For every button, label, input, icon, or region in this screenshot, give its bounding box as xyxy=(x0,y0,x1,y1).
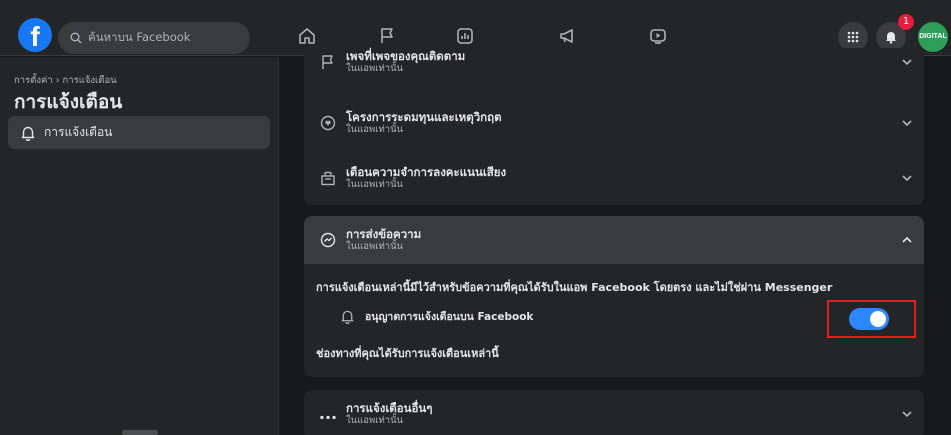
notification-settings-card: เพจที่เพจของคุณติดตาม ในแอพเท่านั้น โครง… xyxy=(304,48,924,205)
ballot-box-icon xyxy=(321,171,335,186)
section-title: เพจที่เพจของคุณติดตาม xyxy=(346,49,466,63)
allow-notifications-row: อนุญาตการแจ้งเตือนบน Facebook xyxy=(340,308,533,325)
section-fundraisers[interactable]: โครงการระดมทุนและเหตุวิกฤต ในแอพเท่านั้น xyxy=(304,99,924,147)
section-subtitle: ในแอพเท่านั้น xyxy=(346,241,404,252)
chevron-up-icon xyxy=(902,236,912,243)
other-notifications-card: ... การแจ้งเตือนอื่นๆ ในแอพเท่านั้น xyxy=(304,390,924,435)
search-input[interactable]: ค้นหาบน Facebook xyxy=(58,22,250,54)
allow-notifications-label: อนุญาตการแจ้งเตือนบน Facebook xyxy=(365,311,534,323)
breadcrumb[interactable]: การตั้งค่า › การแจ้งเตือน xyxy=(14,73,117,88)
section-subtitle: ในแอพเท่านั้น xyxy=(346,63,404,74)
search-placeholder: ค้นหาบน Facebook xyxy=(88,30,191,44)
sidebar-scrollbar[interactable] xyxy=(122,430,158,435)
sidebar-title: การแจ้งเตือน xyxy=(14,91,123,113)
section-vote-reminders[interactable]: เตือนความจำการลงคะแนนเสียง ในแอพเท่านั้น xyxy=(304,154,924,202)
flag-icon xyxy=(322,55,333,69)
section-title: เตือนความจำการลงคะแนนเสียง xyxy=(346,165,507,179)
messenger-icon xyxy=(320,232,336,248)
settings-sidebar: การตั้งค่า › การแจ้งเตือน การแจ้งเตือน ก… xyxy=(0,57,279,435)
heart-hands-icon xyxy=(320,115,336,131)
notification-channels-heading: ช่องทางที่คุณได้รับการแจ้งเตือนเหล่านี้ xyxy=(316,347,499,360)
search-icon xyxy=(70,32,82,44)
section-pages-following[interactable]: เพจที่เพจของคุณติดตาม ในแอพเท่านั้น xyxy=(304,38,924,86)
section-subtitle: ในแอพเท่านั้น xyxy=(346,124,404,135)
facebook-logo-glyph: f xyxy=(30,21,40,52)
sidebar-item-label: การแจ้งเตือน xyxy=(44,125,113,139)
bell-icon xyxy=(341,310,354,324)
facebook-logo[interactable]: f xyxy=(18,18,52,52)
chevron-down-icon xyxy=(902,175,912,182)
section-title: การส่งข้อความ xyxy=(346,227,422,241)
section-messaging[interactable]: การส่งข้อความ ในแอพเท่านั้น xyxy=(304,216,924,264)
more-dots-icon: ... xyxy=(318,404,338,423)
toggle-knob xyxy=(870,311,886,327)
chevron-down-icon xyxy=(902,411,912,418)
sidebar-item-notifications[interactable]: การแจ้งเตือน xyxy=(8,116,270,149)
chevron-down-icon xyxy=(902,120,912,127)
notification-badge: 1 xyxy=(898,14,914,30)
chevron-down-icon xyxy=(902,59,912,66)
section-subtitle: ในแอพเท่านั้น xyxy=(346,179,404,190)
bell-icon xyxy=(21,126,35,141)
section-subtitle: ในแอพเท่านั้น xyxy=(346,415,404,426)
allow-notifications-toggle[interactable] xyxy=(849,308,889,330)
messaging-settings-card: การส่งข้อความ ในแอพเท่านั้น การแจ้งเตือน… xyxy=(304,216,924,377)
messaging-description: การแจ้งเตือนเหล่านี้มีไว้สำหรับข้อความที… xyxy=(316,281,833,294)
section-title: การแจ้งเตือนอื่นๆ xyxy=(346,401,433,415)
section-other-notifications[interactable]: ... การแจ้งเตือนอื่นๆ ในแอพเท่านั้น xyxy=(304,390,924,435)
section-title: โครงการระดมทุนและเหตุวิกฤต xyxy=(346,110,502,124)
